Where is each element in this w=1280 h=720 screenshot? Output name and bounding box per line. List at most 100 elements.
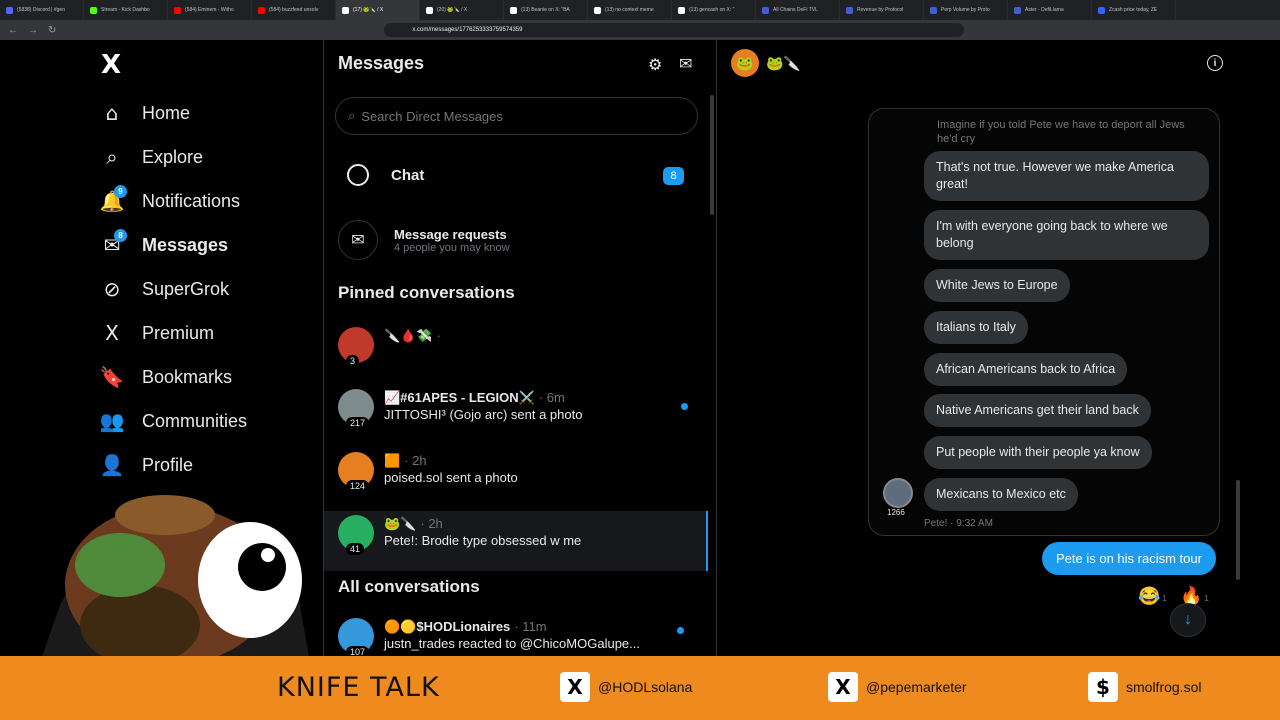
new-message-icon[interactable]: ✉ <box>679 54 692 74</box>
dollar-icon: $ <box>1088 672 1118 702</box>
pinned-conversation-row[interactable]: 3 🔪🩸💸 · <box>324 323 708 383</box>
message-bubble[interactable]: Put people with their people ya know <box>924 436 1152 469</box>
message-bubble[interactable]: Mexicans to Mexico etc <box>924 478 1078 511</box>
tab-favicon-icon <box>846 6 853 14</box>
sidebar-item-label: Premium <box>142 322 215 343</box>
member-count: 124 <box>346 480 370 492</box>
pinned-conversation-row[interactable]: 124 🟧 · 2h poised.sol sent a photo <box>324 448 708 508</box>
x-logo-icon: X <box>828 672 858 702</box>
conversation-time: · 2h <box>404 453 427 468</box>
browser-tab[interactable]: (13) Beanie on X: "BA <box>504 0 588 20</box>
message-bubble[interactable]: I'm with everyone going back to where we… <box>924 210 1209 260</box>
tab-favicon-icon <box>426 6 433 14</box>
sidebar-badge: 9 <box>114 185 127 198</box>
reload-icon[interactable]: ↻ <box>48 25 56 36</box>
conversation-name: 🔪🩸💸 <box>384 328 433 343</box>
conversation-header: 📈#61APES - LEGION⚔️ · 6m <box>384 389 582 406</box>
conversation-time: · 6m <box>538 390 565 405</box>
unread-dot-icon <box>681 403 688 410</box>
message-requests-row[interactable]: ✉ Message requests 4 people you may know <box>338 220 510 260</box>
browser-tab[interactable]: (584) buzzfeed unsolv <box>252 0 336 20</box>
chat-label: Chat <box>391 166 425 184</box>
conversation-text: 🐸🔪 · 2h Pete!: Brodie type obsessed w me <box>384 515 581 549</box>
unread-dot-icon <box>677 627 684 634</box>
x-logo-icon: X <box>560 672 590 702</box>
tab-title: (5838) Discord | #gen <box>17 7 65 13</box>
tab-title: Revenue by Protocol <box>857 7 904 13</box>
reaction[interactable]: 😂 1 <box>1138 586 1167 607</box>
home-icon: ⌂ <box>105 101 119 125</box>
sidebar-item-explore[interactable]: ⌕ Explore <box>100 137 203 177</box>
browser-tab[interactable]: (13) gencash on X: " <box>672 0 756 20</box>
tab-favicon-icon <box>594 6 601 14</box>
sidebar-item-notifications[interactable]: 🔔 9 Notifications <box>100 181 240 221</box>
conversation-preview: JITTOSHI³ (Gojo arc) sent a photo <box>384 407 583 422</box>
conversation-name: 🐸🔪 <box>384 516 417 531</box>
message-bubble[interactable]: That's not true. However we make America… <box>924 151 1209 201</box>
conversation-scrollbar[interactable] <box>1236 480 1240 580</box>
sidebar-item-label: Bookmarks <box>142 366 233 387</box>
conversation-title: 🐸🔪 <box>766 55 801 71</box>
overlay-handle-text: @pepemarketer <box>866 679 967 695</box>
browser-tab[interactable]: Revenue by Protocol <box>840 0 924 20</box>
url-field[interactable]: x.com/messages/1776253333759574359 <box>384 23 965 37</box>
browser-tab[interactable]: Stream - Kick Dashbo <box>84 0 168 20</box>
conversation-text: 🔪🩸💸 · <box>384 327 441 344</box>
info-icon[interactable]: i <box>1207 55 1223 71</box>
x-logo[interactable]: X <box>101 52 125 78</box>
back-icon[interactable]: ← <box>8 25 18 36</box>
browser-tab[interactable]: (584) Eminem - Witho <box>168 0 252 20</box>
conversation-avatar: 41 <box>338 515 374 555</box>
conversation-avatar: 124 <box>338 452 374 492</box>
sidebar-item-label: SuperGrok <box>142 278 230 299</box>
sidebar-item-supergrok[interactable]: ⊘ SuperGrok <box>100 269 229 309</box>
conversation-header: 🟠🟡$HODLionaires · 11m <box>384 618 640 635</box>
browser-tab[interactable]: (13) no context meme <box>588 0 672 20</box>
messages-scrollbar[interactable] <box>710 95 714 215</box>
browser-tab[interactable]: (5838) Discord | #gen <box>0 0 84 20</box>
message-bubble[interactable]: African Americans back to Africa <box>924 353 1128 386</box>
browser-tab[interactable]: (20) 🐸🔪 / X <box>420 0 504 20</box>
tab-favicon-icon <box>258 6 265 14</box>
bookmarks-icon: 🔖 <box>99 365 125 389</box>
tab-favicon-icon <box>90 6 97 14</box>
pinned-conversation-row[interactable]: 41 🐸🔪 · 2h Pete!: Brodie type obsessed w me <box>324 511 708 571</box>
browser-tab[interactable]: Zcash price today, ZE <box>1092 0 1176 20</box>
message-bubble[interactable]: Italians to Italy <box>924 311 1028 344</box>
conversation-text: 🟧 · 2h poised.sol sent a photo <box>384 452 518 486</box>
sidebar-item-messages[interactable]: ✉ 8 Messages <box>100 225 228 265</box>
sidebar-item-bookmarks[interactable]: 🔖 Bookmarks <box>100 357 232 397</box>
settings-gear-icon[interactable]: ⚙ <box>648 55 662 75</box>
browser-tab[interactable]: (17) 🐸🔪 / X <box>336 0 420 20</box>
tab-favicon-icon <box>678 6 685 14</box>
messages-title: Messages <box>338 53 425 73</box>
message-bubble[interactable]: Native Americans get their land back <box>924 394 1151 427</box>
conversation-time: · <box>436 328 441 343</box>
sidebar-item-premium[interactable]: X Premium <box>100 313 214 353</box>
conversation-avatar: 217 <box>338 389 374 429</box>
chat-row[interactable]: Chat <box>347 164 424 186</box>
tab-title: (13) gencash on X: " <box>689 7 735 13</box>
search-placeholder: Search Direct Messages <box>361 108 503 124</box>
pinned-conversation-row[interactable]: 217 📈#61APES - LEGION⚔️ · 6m JITTOSHI³ (Goj… <box>324 385 708 445</box>
conversation-avatar[interactable]: 🐸 <box>731 49 759 77</box>
browser-tab-bar: (5838) Discord | #gen Stream - Kick Dashb… <box>0 0 1280 20</box>
conversation-row[interactable]: 107 🟠🟡$HODLionaires · 11m justn_trades reac… <box>324 618 708 658</box>
scroll-down-arrow-icon[interactable]: ↓ <box>1170 603 1206 637</box>
sender-avatar[interactable] <box>883 478 913 508</box>
message-bubble[interactable]: White Jews to Europe <box>924 269 1070 302</box>
sidebar-item-communities[interactable]: 👥 Communities <box>100 401 247 441</box>
overlay-handle-text: smolfrog.sol <box>1126 679 1202 695</box>
message-requests-subtitle: 4 people you may know <box>394 241 510 254</box>
sent-message-bubble[interactable]: Pete is on his racism tour <box>1042 542 1216 575</box>
browser-tab[interactable]: All Chains DeFi TVL <box>756 0 840 20</box>
conversation-avatar: 3 <box>338 327 374 367</box>
reaction-emoji: 😂 <box>1138 586 1161 606</box>
conversation-name: 🟠🟡$HODLionaires <box>384 619 511 634</box>
forward-icon[interactable]: → <box>28 25 38 36</box>
browser-tab[interactable]: Perp Volume by Proto <box>924 0 1008 20</box>
browser-tab[interactable]: Aster - DefiLlama <box>1008 0 1092 20</box>
sidebar-item-label: Explore <box>142 146 204 167</box>
search-input[interactable]: ⌕ Search Direct Messages <box>335 97 698 135</box>
sidebar-item-home[interactable]: ⌂ Home <box>100 93 190 133</box>
